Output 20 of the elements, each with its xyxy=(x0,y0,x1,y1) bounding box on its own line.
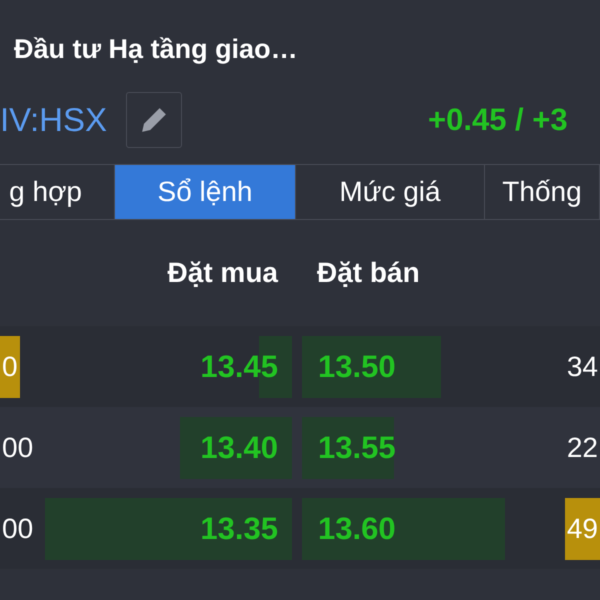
edit-button[interactable] xyxy=(126,92,182,148)
bid-price: 13.35 xyxy=(200,510,278,546)
column-header: Đặt mua xyxy=(166,257,278,289)
volume-cell: 49 xyxy=(564,498,600,560)
ask-price: 13.55 xyxy=(318,430,396,466)
tab[interactable]: Sổ lệnh xyxy=(115,165,296,219)
volume-cell-text: 00 xyxy=(1,430,34,464)
volume-cell-text: 34 xyxy=(566,350,599,384)
price-change: +0.45 / +3 xyxy=(428,102,569,138)
bid-price: 13.45 xyxy=(200,348,278,384)
volume-cell-text: 22 xyxy=(566,430,599,464)
volume-cell: 0 xyxy=(0,336,20,398)
ask-price: 13.50 xyxy=(318,348,396,384)
column-header: Đặt bán xyxy=(317,257,420,289)
bid-price: 13.40 xyxy=(200,430,278,466)
stock-title: Đầu tư Hạ tầng giao… xyxy=(13,33,299,66)
volume-cell-text: 00 xyxy=(1,512,34,546)
stock-symbol: IV:HSX xyxy=(0,101,108,139)
ask-price: 13.60 xyxy=(318,510,396,546)
pencil-icon xyxy=(139,105,169,135)
